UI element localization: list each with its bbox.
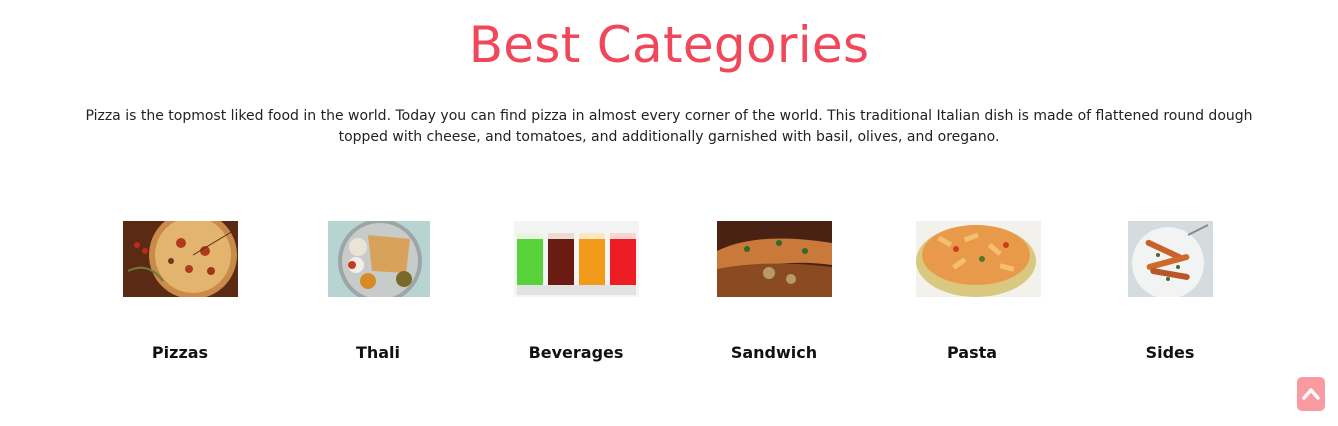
pasta-image[interactable] bbox=[916, 221, 1041, 297]
thali-image[interactable] bbox=[328, 221, 430, 297]
category-card-pizzas[interactable]: Pizzas bbox=[100, 221, 260, 371]
section-description: Pizza is the topmost liked food in the w… bbox=[85, 108, 1253, 145]
category-card-beverages[interactable]: Beverages bbox=[496, 221, 656, 371]
category-label[interactable]: Sides bbox=[1090, 343, 1250, 362]
chevron-up-icon bbox=[1302, 388, 1320, 400]
category-label[interactable]: Sandwich bbox=[694, 343, 854, 362]
section-title: Best Categories bbox=[468, 16, 870, 74]
category-label[interactable]: Pizzas bbox=[100, 343, 260, 362]
pizza-image[interactable] bbox=[123, 221, 238, 297]
best-categories-section: Best Categories Pizza is the topmost lik… bbox=[0, 0, 1338, 426]
sandwich-image[interactable] bbox=[717, 221, 832, 297]
beverages-image[interactable] bbox=[514, 221, 639, 297]
category-label[interactable]: Beverages bbox=[496, 343, 656, 362]
category-card-pasta[interactable]: Pasta bbox=[892, 221, 1052, 371]
category-card-sides[interactable]: Sides bbox=[1090, 221, 1250, 371]
category-label[interactable]: Thali bbox=[298, 343, 458, 362]
category-card-thali[interactable]: Thali bbox=[298, 221, 458, 371]
category-label[interactable]: Pasta bbox=[892, 343, 1052, 362]
sides-image[interactable] bbox=[1128, 221, 1213, 297]
scroll-to-top-button[interactable] bbox=[1297, 377, 1325, 411]
category-card-sandwich[interactable]: Sandwich bbox=[694, 221, 854, 371]
